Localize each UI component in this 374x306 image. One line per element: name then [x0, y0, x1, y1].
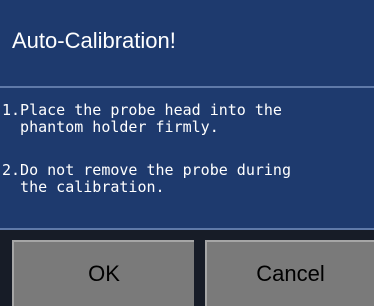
calibration-dialog: Auto-Calibration! 1.Place the probe head…	[0, 0, 374, 306]
dialog-message: 1.Place the probe head into the phantom …	[0, 88, 374, 228]
instruction-step-2: 2.Do not remove the probe during the cal…	[2, 161, 291, 196]
dialog-title-bar: Auto-Calibration!	[0, 0, 374, 86]
dialog-title: Auto-Calibration!	[12, 28, 176, 53]
dialog-button-bar: OK Cancel	[0, 230, 374, 306]
ok-button[interactable]: OK	[12, 240, 194, 306]
instruction-step-1: 1.Place the probe head into the phantom …	[2, 101, 282, 136]
cancel-button[interactable]: Cancel	[205, 240, 374, 306]
